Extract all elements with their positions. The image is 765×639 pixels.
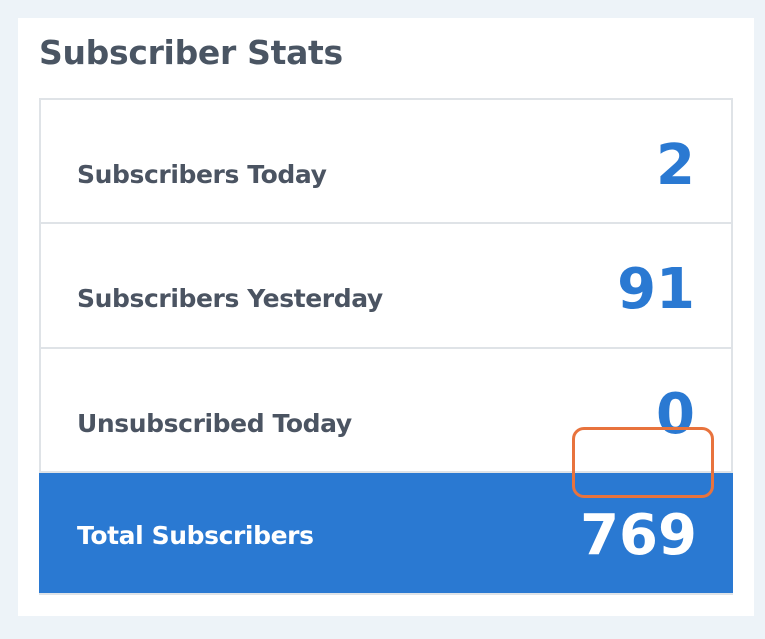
stat-row-total-subscribers: Total Subscribers 769 bbox=[39, 473, 733, 593]
stat-label: Unsubscribed Today bbox=[77, 409, 352, 438]
stat-label: Subscribers Yesterday bbox=[77, 284, 383, 313]
subscriber-stats-card: Subscriber Stats Subscribers Today 2 Sub… bbox=[18, 18, 754, 616]
stat-value: 2 bbox=[656, 133, 695, 198]
total-value: 769 bbox=[580, 503, 697, 568]
stats-table: Subscribers Today 2 Subscribers Yesterda… bbox=[39, 98, 733, 595]
stat-row-subscribers-yesterday: Subscribers Yesterday 91 bbox=[41, 224, 731, 349]
total-label: Total Subscribers bbox=[77, 521, 314, 550]
card-title: Subscriber Stats bbox=[39, 33, 343, 72]
stat-value: 0 bbox=[656, 382, 695, 447]
stat-label: Subscribers Today bbox=[77, 160, 327, 189]
stat-value: 91 bbox=[617, 257, 695, 322]
stat-row-subscribers-today: Subscribers Today 2 bbox=[41, 100, 731, 224]
stat-row-unsubscribed-today: Unsubscribed Today 0 bbox=[41, 349, 731, 473]
